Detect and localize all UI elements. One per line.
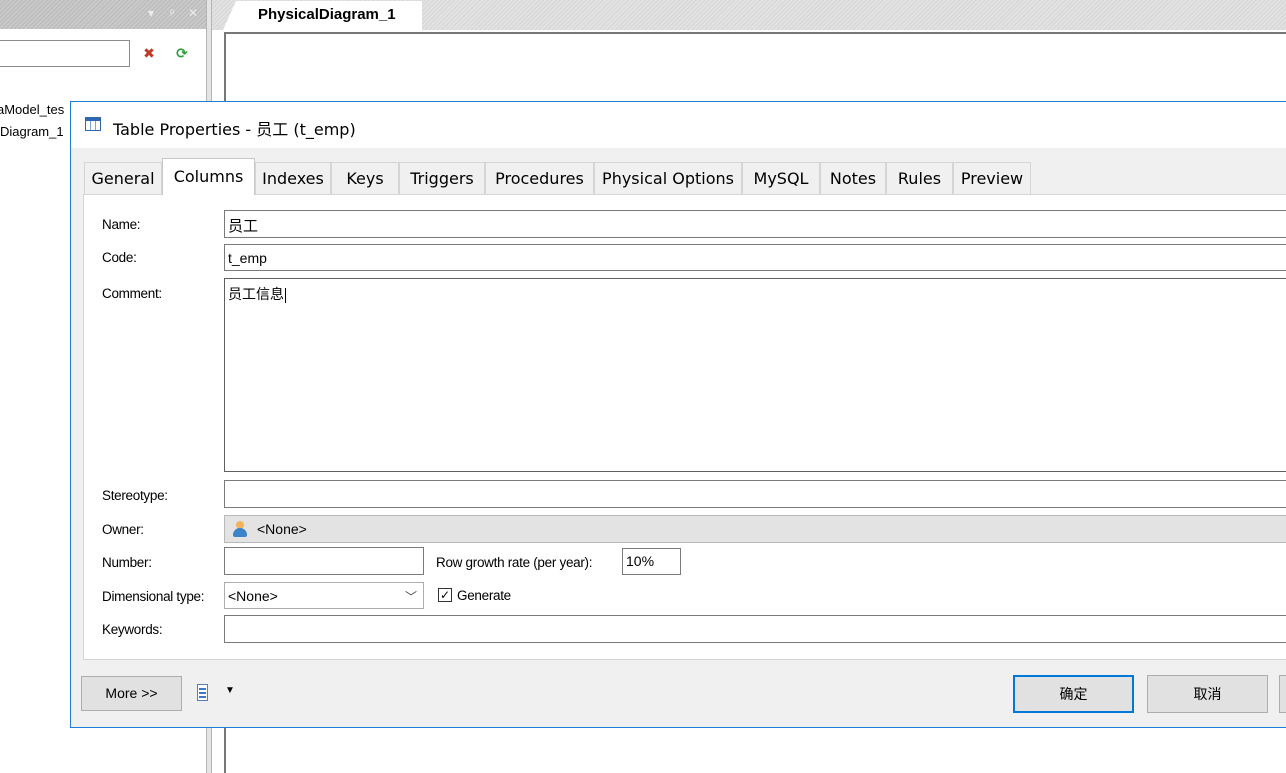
name-label: Name:	[102, 217, 141, 232]
code-input[interactable]: t_emp	[224, 244, 1286, 271]
more-button[interactable]: More >>	[81, 676, 182, 711]
code-value: t_emp	[228, 250, 267, 266]
tab-label: PhysicalDiagram_1	[258, 6, 396, 23]
caret-down-icon[interactable]: ▼	[225, 685, 235, 696]
dimensional-type-select[interactable]: <None> ﹀	[224, 582, 424, 609]
text-caret	[285, 287, 286, 303]
close-icon[interactable]: ✕	[188, 6, 198, 20]
row-growth-value: 10%	[626, 553, 655, 569]
tab-triggers[interactable]: Triggers	[399, 162, 485, 194]
dimensional-type-label: Dimensional type:	[102, 589, 205, 604]
code-label: Code:	[102, 250, 137, 265]
tab-keys[interactable]: Keys	[331, 162, 399, 194]
tab-preview[interactable]: Preview	[953, 162, 1031, 194]
generate-checkbox[interactable]: ✓	[438, 588, 452, 602]
tab-procedures[interactable]: Procedures	[485, 162, 594, 194]
clear-filter-icon[interactable]: ✖	[140, 44, 158, 62]
name-value: 员工	[228, 218, 259, 235]
number-input[interactable]	[224, 547, 424, 575]
table-properties-dialog: Table Properties - 员工 (t_emp) General Co…	[70, 101, 1286, 728]
dialog-titlebar[interactable]: Table Properties - 员工 (t_emp)	[71, 102, 1286, 148]
panel-header: ▾ ᵖ ✕	[0, 0, 206, 29]
generate-label: Generate	[457, 588, 511, 603]
table-icon	[85, 117, 101, 131]
stereotype-combo[interactable]	[224, 480, 1286, 508]
print-icon[interactable]	[195, 684, 211, 702]
chevron-down-icon: ﹀	[404, 590, 417, 604]
owner-value: <None>	[257, 521, 307, 537]
refresh-icon[interactable]: ⟳	[173, 44, 191, 62]
comment-textarea[interactable]: 员工信息	[224, 278, 1286, 472]
browser-search-input[interactable]	[0, 40, 130, 67]
tree-item-diagram[interactable]: Diagram_1	[0, 124, 64, 139]
cancel-button[interactable]: 取消	[1147, 675, 1268, 713]
dialog-title: Table Properties - 员工 (t_emp)	[113, 120, 356, 139]
comment-value: 员工信息	[228, 286, 284, 302]
comment-label: Comment:	[102, 286, 162, 301]
tab-indexes[interactable]: Indexes	[255, 162, 331, 194]
name-input[interactable]: 员工	[224, 210, 1286, 238]
panel-menu-icon[interactable]: ▾	[148, 6, 154, 20]
apply-button[interactable]	[1279, 675, 1286, 713]
number-label: Number:	[102, 555, 152, 570]
tab-physical-options[interactable]: Physical Options	[594, 162, 742, 194]
ok-button[interactable]: 确定	[1013, 675, 1134, 713]
tab-mysql[interactable]: MySQL	[742, 162, 820, 194]
row-growth-label: Row growth rate (per year):	[436, 555, 593, 570]
row-growth-input[interactable]: 10%	[622, 548, 681, 575]
owner-field[interactable]: <None>	[224, 515, 1286, 543]
owner-label: Owner:	[102, 522, 144, 537]
keywords-input[interactable]	[224, 615, 1286, 643]
user-icon	[233, 521, 247, 537]
tab-notes[interactable]: Notes	[820, 162, 886, 194]
stereotype-label: Stereotype:	[102, 488, 168, 503]
tab-general[interactable]: General	[84, 162, 162, 194]
tab-rules[interactable]: Rules	[886, 162, 953, 194]
dimensional-type-value: <None>	[228, 588, 278, 604]
pin-icon[interactable]: ᵖ	[170, 6, 175, 20]
keywords-label: Keywords:	[102, 622, 163, 637]
tab-columns[interactable]: Columns	[162, 158, 255, 195]
tree-item-model[interactable]: aModel_tes	[0, 102, 64, 117]
tab-physical-diagram[interactable]: PhysicalDiagram_1	[222, 1, 422, 32]
